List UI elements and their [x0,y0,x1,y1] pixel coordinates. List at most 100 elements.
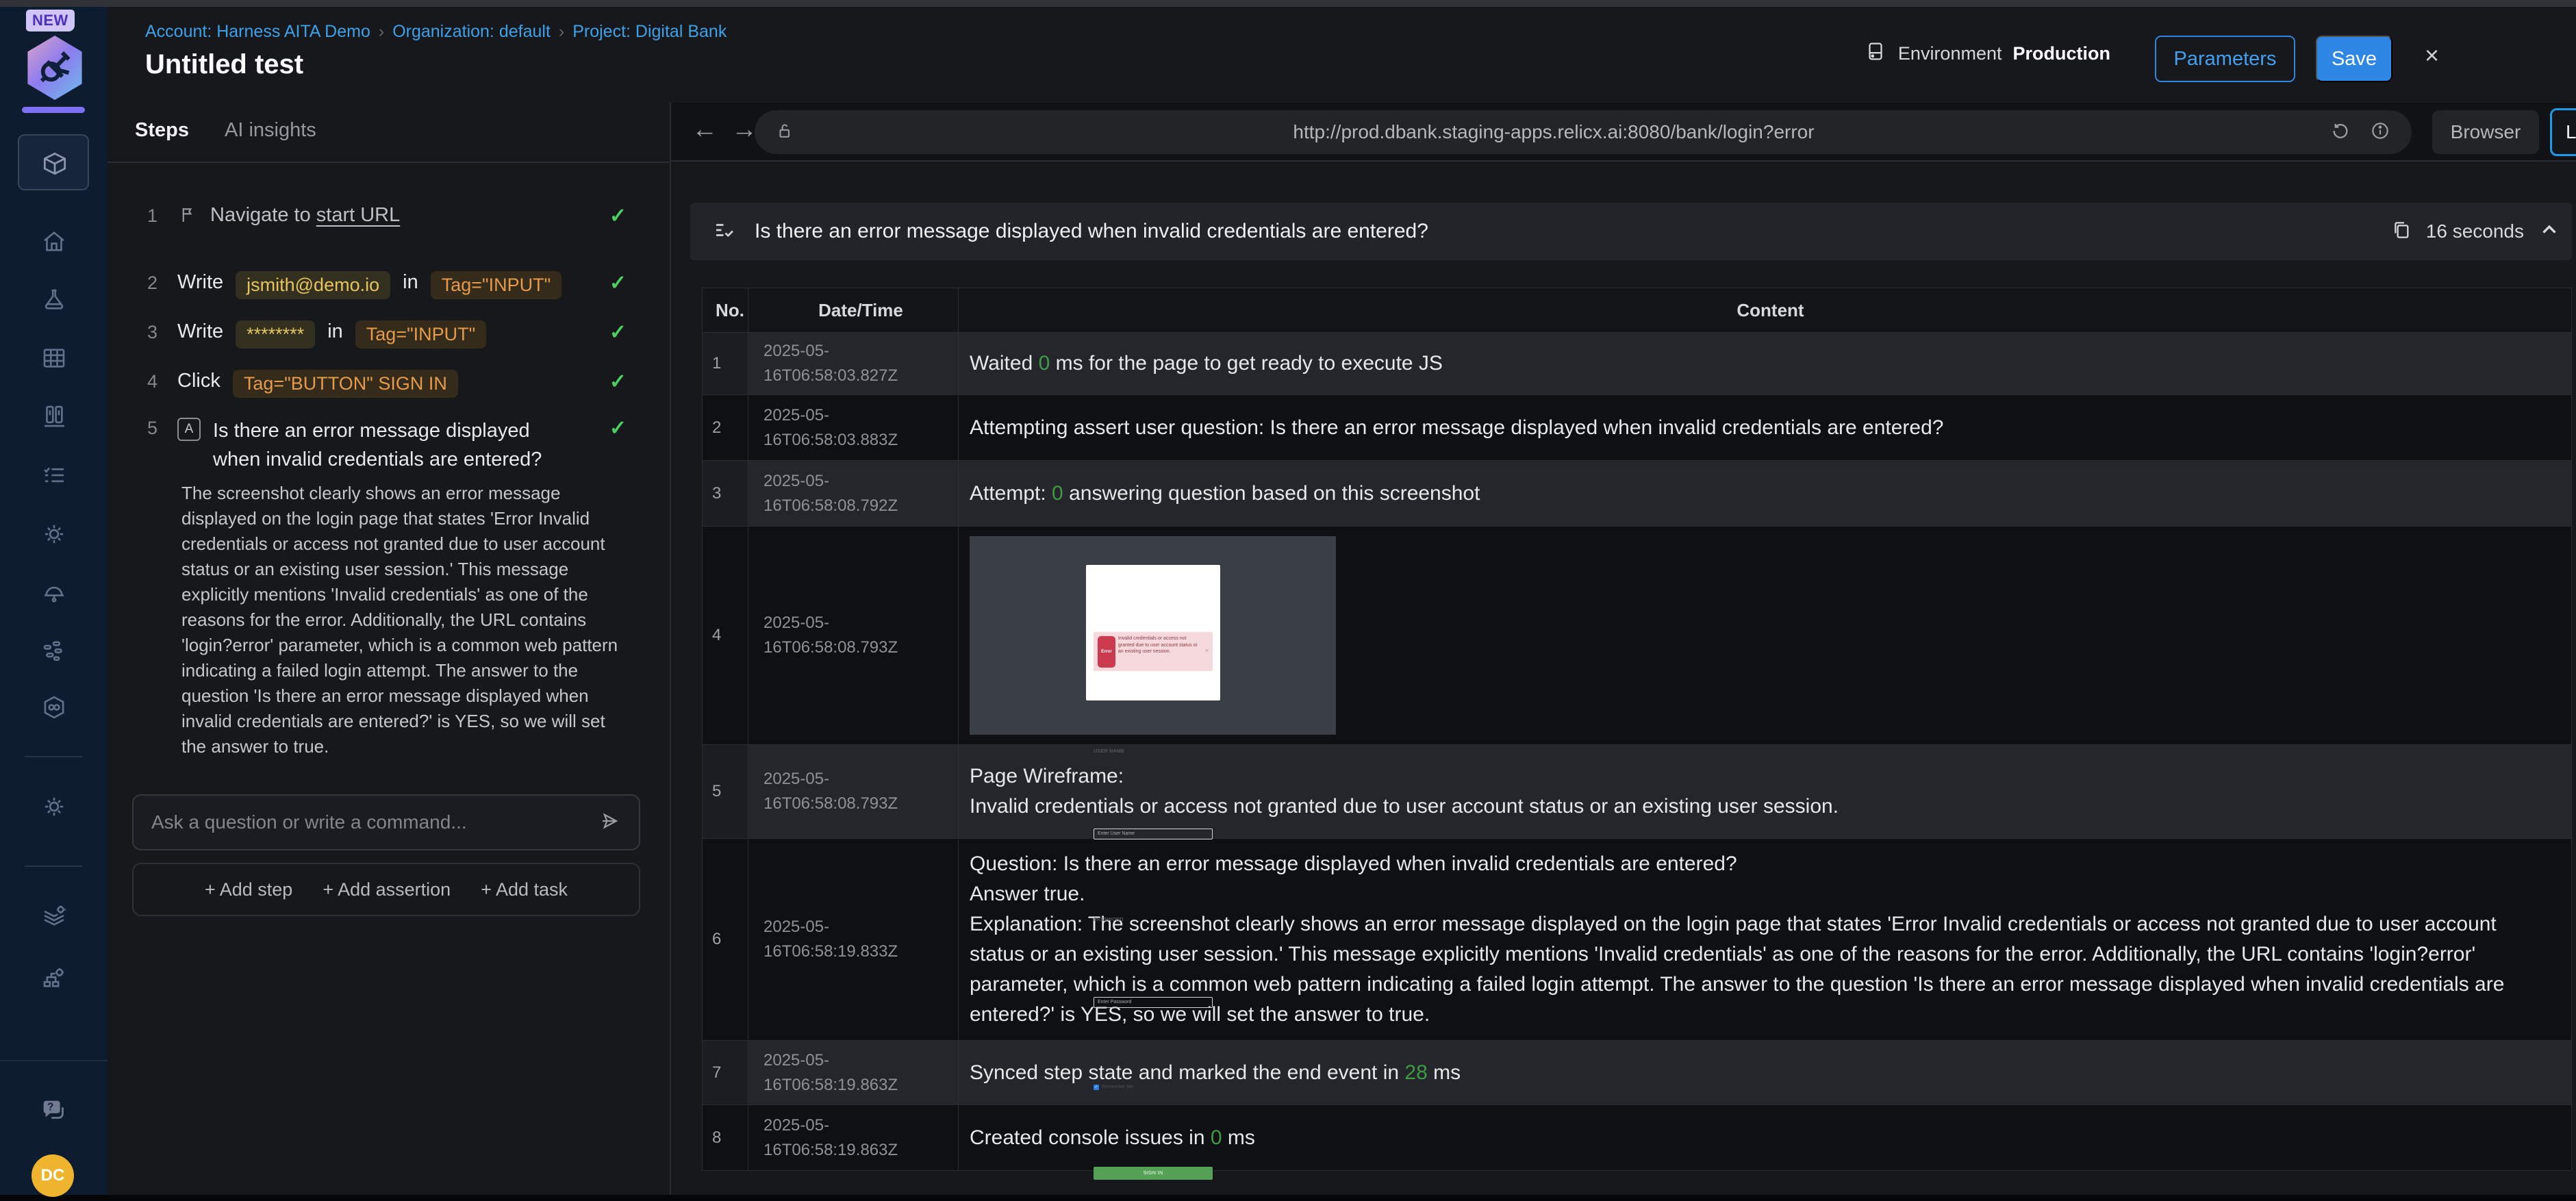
step-row-3[interactable]: 3 Write ******** in Tag="INPUT" ✓ [147,320,627,349]
step-connector: in [327,320,343,342]
breadcrumb-separator: › [558,22,565,41]
remember-me-row: ✓ Remember Me [1094,1072,1213,1102]
step-target-chip: Tag="BUTTON" SIGN IN [232,370,458,398]
cube-module-icon [40,149,70,179]
row-no: 5 [703,745,748,838]
layers-settings-icon[interactable] [40,902,68,931]
org-hierarchy-settings-icon[interactable] [40,963,68,992]
send-icon[interactable] [598,809,621,836]
close-icon[interactable]: × [2425,41,2439,70]
chaos-infinity-icon[interactable] [40,693,68,722]
grid-icon[interactable] [40,344,68,372]
add-actions-bar: + Add step + Add assertion + Add task [132,863,640,916]
breadcrumb-project[interactable]: Project: Digital Bank [572,22,727,41]
breadcrumb-separator: › [378,22,385,41]
add-assertion-button[interactable]: + Add assertion [323,879,451,900]
col-header-datetime: Date/Time [748,288,959,332]
wireframe-login-card: Error Invalid credentials or access not … [1086,565,1220,1180]
log-table: No. Date/Time Content 1 2025-05- 16T06:58… [702,288,2572,1180]
password-field: Enter Password [1094,997,1213,1008]
logs-tab-button[interactable]: Lo [2550,108,2576,156]
save-button[interactable]: Save [2316,36,2392,82]
step-success-check-icon: ✓ [609,321,627,344]
error-message: Invalid credentials or access not grante… [1117,636,1199,654]
password-label: PASSWORD [1094,916,1124,922]
browser-tab-button[interactable]: Browser [2432,110,2539,154]
project-settings-gear-icon[interactable] [40,792,68,821]
col-header-no: No. [703,288,748,332]
screenshot-thumbnail[interactable]: Digital Bank Error Invalid credentials o… [970,536,1336,1180]
table-header-row: No. Date/Time Content [703,288,2571,333]
rail-accent-bar [22,107,85,113]
table-row: 5 2025-05- 16T06:58:08.793Z Page Wirefram… [703,745,2571,839]
start-url-link[interactable]: start URL [316,204,400,226]
step-row-5[interactable]: 5 A Is there an error message displayed … [147,416,627,474]
steps-panel: Steps AI insights 1 Navigate to start UR… [108,103,671,1195]
step-text: Navigate to [210,204,316,226]
pipeline-modules-icon[interactable] [40,636,68,665]
user-avatar[interactable]: DC [31,1154,74,1197]
step-number: 1 [147,205,158,226]
add-step-button[interactable]: + Add step [205,879,292,900]
sidebar-item-active-module[interactable] [18,134,89,190]
home-icon[interactable] [40,227,68,256]
row-datetime: 2025-05- 16T06:58:03.883Z [748,395,959,460]
reload-icon[interactable] [2329,120,2351,145]
tab-ai-insights[interactable]: AI insights [225,119,316,142]
breadcrumb: Account: Harness AITA Demo › Organization:… [145,22,727,42]
table-row: 6 2025-05- 16T06:58:19.833Z Question: Is … [703,839,2571,1041]
forward-icon[interactable]: → [731,115,757,144]
assertion-explanation: The screenshot clearly shows an error me… [181,483,618,757]
url-bar[interactable]: http://prod.dbank.staging-apps.relicx.ai… [755,110,2412,154]
sign-in-button: SIGN IN [1094,1167,1213,1180]
row-no: 8 [703,1105,748,1170]
step-action: Write [177,320,224,342]
breadcrumb-account[interactable]: Account: Harness AITA Demo [145,22,370,41]
environment-value: Production [2012,43,2111,64]
assertion-badge: A [177,418,201,441]
header-bar: Account: Harness AITA Demo › Organization:… [108,7,2576,103]
assertion-question: Is there an error message displayed when… [213,420,542,470]
row-no: 2 [703,395,748,460]
info-icon[interactable] [2369,120,2391,145]
harness-logo-icon[interactable] [27,36,82,100]
parameters-button[interactable]: Parameters [2155,36,2295,82]
step-number: 2 [147,273,158,293]
checklist-icon[interactable] [40,461,68,490]
step-action: Write [177,271,224,293]
lab-flask-icon[interactable] [40,286,68,314]
cards-module-icon[interactable] [40,402,68,431]
gear-icon[interactable] [40,520,68,548]
step-success-check-icon: ✓ [609,272,627,294]
environment-selector[interactable]: Environment Production [1864,40,2110,68]
row-datetime: 2025-05- 16T06:58:08.792Z [748,461,959,526]
step-row-4[interactable]: 4 Click Tag="BUTTON" SIGN IN ✓ [147,370,627,398]
row-content: Attempting assert user question: Is ther… [970,416,1944,439]
ask-command-input[interactable]: Ask a question or write a command... [132,794,640,850]
row-datetime: 2025-05- 16T06:58:19.863Z [748,1105,959,1170]
input-placeholder: Ask a question or write a command... [151,811,467,833]
tab-steps[interactable]: Steps [135,119,189,142]
table-row: 2 2025-05- 16T06:58:03.883Z Attempting as… [703,395,2571,461]
log-question-header[interactable]: Is there an error message displayed when… [690,203,2572,260]
row-no: 7 [703,1041,748,1104]
log-question-text: Is there an error message displayed when… [755,220,1428,242]
breadcrumb-org[interactable]: Organization: default [392,22,551,41]
row-content: Digital Bank Error Invalid credentials o… [959,527,2571,1180]
environment-icon [1864,40,1887,68]
step-action: Click [177,370,220,392]
username-field: Enter User Name [1094,829,1213,839]
back-icon[interactable]: ← [692,115,718,144]
copy-icon[interactable] [2390,219,2412,244]
step-row-1[interactable]: 1 Navigate to start URL ✓ [147,204,627,231]
row-content: Attempt: 0 answering question based on t… [970,481,1480,505]
chevron-up-icon[interactable] [2538,218,2561,245]
incognito-icon[interactable] [40,579,68,607]
rail-section-divider [0,1060,108,1061]
col-header-content: Content [1737,299,1804,320]
window-top-strip [0,0,2576,7]
help-chat-icon[interactable]: ? [38,1095,70,1126]
step-target-chip: Tag="INPUT" [430,271,562,299]
step-row-2[interactable]: 2 Write jsmith@demo.io in Tag="INPUT" ✓ [147,271,627,299]
add-task-button[interactable]: + Add task [481,879,568,900]
